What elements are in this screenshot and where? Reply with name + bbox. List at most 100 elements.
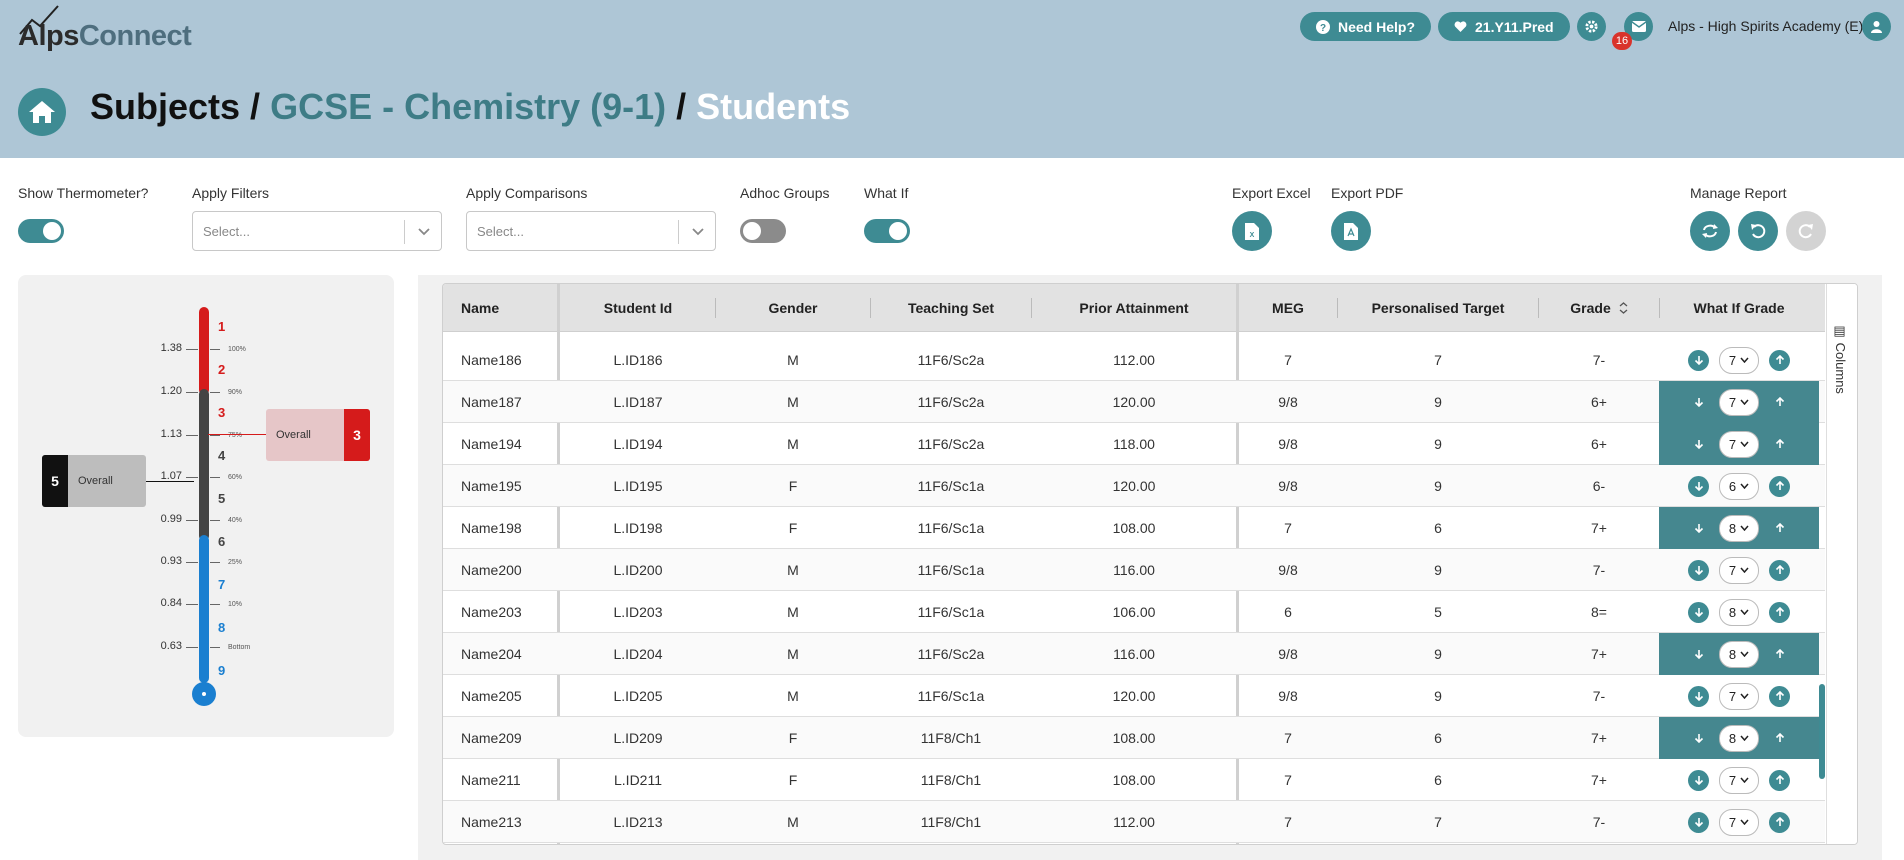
column-header-student-id[interactable]: Student Id	[560, 284, 716, 332]
need-help-button[interactable]: ? Need Help?	[1300, 12, 1432, 41]
column-header-what-if-grade[interactable]: What If Grade	[1659, 284, 1819, 332]
manage-report-label: Manage Report	[1690, 185, 1787, 201]
what-if-grade-select[interactable]: 7	[1719, 808, 1759, 836]
user-menu-button[interactable]	[1862, 12, 1891, 41]
increase-grade-button[interactable]	[1769, 728, 1790, 749]
undo-button[interactable]	[1738, 211, 1778, 251]
apply-comparisons-select[interactable]: Select...	[466, 211, 716, 251]
arrow-down-icon	[1694, 566, 1703, 575]
chevron-down-icon	[418, 228, 430, 236]
refresh-report-button[interactable]	[1690, 211, 1730, 251]
cell-prior-attainment: 108.00	[1112, 520, 1156, 536]
column-header-personalised-target[interactable]: Personalised Target	[1338, 284, 1538, 332]
cell-grade: 6+	[1591, 394, 1607, 410]
what-if-grade-select[interactable]: 7	[1719, 346, 1759, 374]
what-if-label: What If	[864, 185, 909, 201]
what-if-grade-select[interactable]: 7	[1719, 430, 1759, 458]
adhoc-groups-toggle[interactable]	[740, 219, 786, 243]
table-row[interactable]: Name213 L.ID213 M 11F8/Ch1 112.00 7 7 7- 7	[443, 801, 1825, 843]
increase-grade-button[interactable]	[1769, 769, 1790, 791]
column-header-gender[interactable]: Gender	[716, 284, 870, 332]
redo-button[interactable]	[1786, 211, 1826, 251]
what-if-grade-select[interactable]: 7	[1719, 682, 1759, 710]
increase-grade-button[interactable]	[1769, 644, 1790, 665]
settings-button[interactable]	[1577, 12, 1606, 41]
decrease-grade-button[interactable]	[1688, 349, 1709, 371]
what-if-grade-select[interactable]: 7	[1719, 766, 1759, 794]
what-if-grade-select[interactable]: 8	[1719, 640, 1759, 668]
table-row[interactable]: Name195 L.ID195 F 11F6/Sc1a 120.00 9/8 9 6- 6	[443, 465, 1825, 507]
decrease-grade-button[interactable]	[1688, 685, 1709, 707]
table-row[interactable]: Name200 L.ID200 M 11F6/Sc1a 116.00 9/8 9 7- 7	[443, 549, 1825, 591]
what-if-grade-select[interactable]: 6	[1719, 472, 1759, 500]
decrease-grade-button[interactable]	[1688, 475, 1709, 497]
increase-grade-button[interactable]	[1769, 349, 1790, 371]
percent-label: 60%	[228, 474, 243, 481]
apply-filters-select[interactable]: Select...	[192, 211, 442, 251]
logo[interactable]: AlpsConnect	[18, 20, 192, 53]
decrease-grade-button[interactable]	[1688, 601, 1709, 623]
breadcrumb-subject[interactable]: GCSE - Chemistry (9-1)	[270, 86, 666, 127]
cell-name: Name204	[461, 646, 522, 662]
table-row[interactable]: Name209 L.ID209 F 11F8/Ch1 108.00 7 6 7+ 8	[443, 717, 1825, 759]
increase-grade-button[interactable]	[1769, 434, 1790, 455]
decrease-grade-button[interactable]	[1688, 811, 1709, 833]
what-if-grade-select[interactable]: 7	[1719, 388, 1759, 416]
columns-icon: ▤	[1833, 324, 1848, 343]
decrease-grade-button[interactable]	[1688, 518, 1709, 539]
what-if-grade-select[interactable]: 8	[1719, 724, 1759, 752]
export-excel-button[interactable]: X	[1232, 211, 1272, 251]
table-row[interactable]: Name203 L.ID203 M 11F6/Sc1a 106.00 6 5 8= 8	[443, 591, 1825, 633]
table-row[interactable]: Name186 L.ID186 M 11F6/Sc2a 112.00 7 7 7- 7	[443, 339, 1825, 381]
what-if-grade-select[interactable]: 8	[1719, 514, 1759, 542]
table-row[interactable]: Name205 L.ID205 M 11F6/Sc1a 120.00 9/8 9 7- 7	[443, 675, 1825, 717]
vertical-scrollbar[interactable]	[1819, 684, 1825, 779]
columns-tool-label[interactable]: ▤ Columns	[1833, 324, 1848, 394]
column-header-grade[interactable]: Grade	[1539, 284, 1659, 332]
what-if-toggle[interactable]	[864, 219, 910, 243]
cell-what-if-grade: 8	[1659, 633, 1819, 675]
decrease-grade-button[interactable]	[1688, 434, 1709, 455]
table-row[interactable]: Name187 L.ID187 M 11F6/Sc2a 120.00 9/8 9 6+ 7	[443, 381, 1825, 423]
table-row[interactable]: Name194 L.ID194 M 11F6/Sc2a 118.00 9/8 9 6+ 7	[443, 423, 1825, 465]
what-if-grade-select[interactable]: 7	[1719, 556, 1759, 584]
increase-grade-button[interactable]	[1769, 475, 1790, 497]
show-thermometer-toggle[interactable]	[18, 219, 64, 243]
decrease-grade-button[interactable]	[1688, 392, 1709, 413]
increase-grade-button[interactable]	[1769, 392, 1790, 413]
dataset-button[interactable]: 21.Y11.Pred	[1438, 12, 1570, 41]
table-row[interactable]: Name198 L.ID198 F 11F6/Sc1a 108.00 7 6 7+ 8	[443, 507, 1825, 549]
decrease-grade-button[interactable]	[1688, 769, 1709, 791]
column-header-meg[interactable]: MEG	[1239, 284, 1337, 332]
decrease-grade-button[interactable]	[1688, 644, 1709, 665]
table-row[interactable]: Name204 L.ID204 M 11F6/Sc2a 116.00 9/8 9 7+ 8	[443, 633, 1825, 675]
breadcrumb-separator: /	[250, 86, 261, 127]
decrease-grade-button[interactable]	[1688, 559, 1709, 581]
cell-meg: 7	[1284, 772, 1292, 788]
question-icon: ?	[1316, 19, 1330, 34]
arrow-up-icon	[1775, 733, 1784, 742]
increase-grade-button[interactable]	[1769, 811, 1790, 833]
decrease-grade-button[interactable]	[1688, 728, 1709, 749]
breadcrumb: Subjects / GCSE - Chemistry (9-1) / Students	[90, 86, 850, 128]
gear-icon	[1585, 20, 1598, 33]
chevron-down-icon	[1740, 777, 1749, 783]
increase-grade-button[interactable]	[1769, 685, 1790, 707]
cell-gender: M	[787, 394, 799, 410]
column-header-name[interactable]: Name	[461, 284, 561, 332]
export-pdf-button[interactable]	[1331, 211, 1371, 251]
refresh-icon	[1702, 224, 1718, 238]
breadcrumb-subjects[interactable]: Subjects	[90, 86, 240, 127]
grade-marker: 6	[218, 534, 226, 549]
increase-grade-button[interactable]	[1769, 559, 1790, 581]
table-row[interactable]: Name211 L.ID211 F 11F8/Ch1 108.00 7 6 7+ 7	[443, 759, 1825, 801]
column-header-prior-attainment[interactable]: Prior Attainment	[1032, 284, 1236, 332]
columns-side-panel[interactable]: ▤ Columns	[1826, 284, 1857, 844]
home-button[interactable]	[18, 88, 66, 136]
column-header-teaching-set[interactable]: Teaching Set	[871, 284, 1031, 332]
increase-grade-button[interactable]	[1769, 601, 1790, 623]
school-name[interactable]: Alps - High Spirits Academy (E)	[1668, 18, 1863, 34]
undo-icon	[1751, 224, 1766, 239]
increase-grade-button[interactable]	[1769, 518, 1790, 539]
what-if-grade-select[interactable]: 8	[1719, 598, 1759, 626]
